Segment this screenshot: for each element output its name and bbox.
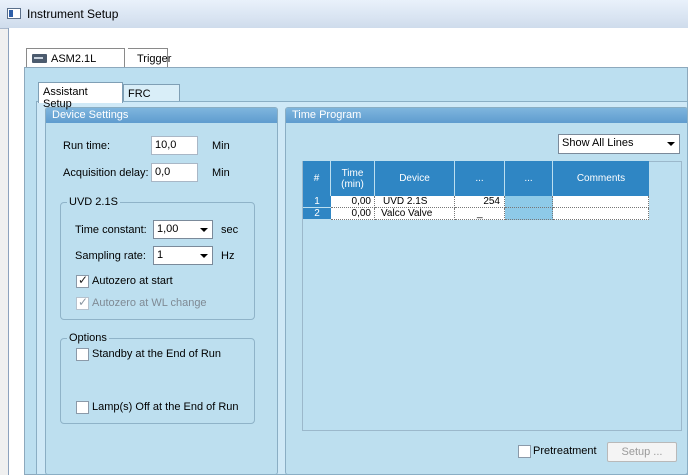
lamp-off-label: Lamp(s) Off at the End of Run bbox=[92, 401, 239, 413]
time-constant-select[interactable]: 1,00 bbox=[153, 220, 213, 239]
tab-asm21l[interactable]: ASM2.1L bbox=[26, 48, 125, 68]
time-cell[interactable]: 0,00 bbox=[331, 196, 375, 208]
sampling-rate-select[interactable]: 1 bbox=[153, 246, 213, 265]
window-icon bbox=[7, 8, 21, 19]
pretreatment-label: Pretreatment bbox=[533, 445, 597, 457]
tab-trigger[interactable]: Trigger bbox=[128, 48, 172, 68]
comments-cell[interactable] bbox=[553, 208, 649, 220]
param1-cell[interactable]: 254 bbox=[455, 196, 505, 208]
sampling-rate-value: 1 bbox=[157, 249, 164, 261]
autozero-wl-label: Autozero at WL change bbox=[92, 297, 207, 309]
run-time-unit: Min bbox=[212, 140, 230, 152]
time-constant-value: 1,00 bbox=[157, 223, 179, 235]
tab-asm21l-label: ASM2.1L bbox=[51, 52, 97, 65]
standby-label: Standby at the End of Run bbox=[92, 348, 222, 360]
chevron-down-icon bbox=[667, 142, 675, 146]
autozero-start-checkbox[interactable] bbox=[76, 273, 89, 288]
standby-checkbox[interactable] bbox=[76, 348, 89, 361]
setup-button[interactable]: Setup ... bbox=[607, 442, 677, 462]
acq-delay-unit: Min bbox=[212, 167, 230, 179]
options-group-legend: Options bbox=[69, 332, 107, 344]
column-header-param1[interactable]: ... bbox=[455, 161, 505, 196]
time-cell[interactable]: 0,00 bbox=[331, 208, 375, 220]
device-cell[interactable]: Valco Valve bbox=[375, 208, 455, 220]
device-icon bbox=[32, 54, 47, 63]
device-cell[interactable]: UVD 2.1S bbox=[375, 196, 455, 208]
row-number[interactable]: 2 bbox=[303, 208, 331, 220]
autozero-start-label: Autozero at start bbox=[92, 275, 173, 287]
pretreatment-checkbox[interactable] bbox=[518, 445, 531, 458]
param1-cell[interactable]: _ bbox=[455, 208, 505, 220]
column-header-time[interactable]: Time (min) bbox=[331, 161, 375, 196]
column-header-device[interactable]: Device bbox=[375, 161, 455, 196]
window-title: Instrument Setup bbox=[27, 7, 119, 21]
chevron-down-icon bbox=[200, 254, 208, 258]
sampling-rate-label: Sampling rate: bbox=[75, 250, 146, 262]
comments-cell[interactable] bbox=[553, 196, 649, 208]
column-header-param2[interactable]: ... bbox=[505, 161, 553, 196]
param2-cell[interactable] bbox=[505, 196, 553, 208]
time-constant-unit: sec bbox=[221, 224, 239, 236]
time-program-header: Time Program bbox=[286, 108, 687, 123]
time-constant-label: Time constant: bbox=[75, 224, 147, 236]
device-settings-header: Device Settings bbox=[46, 108, 277, 123]
run-time-input[interactable]: 10,0 bbox=[151, 136, 198, 155]
tab-frc-setup[interactable]: FRC Setup bbox=[123, 84, 180, 112]
acq-delay-label: Acquisition delay: bbox=[63, 167, 149, 179]
tab-trigger-label: Trigger bbox=[137, 52, 172, 65]
acq-delay-input[interactable]: 0,0 bbox=[151, 163, 198, 182]
column-header-number[interactable]: # bbox=[303, 161, 331, 196]
row-number[interactable]: 1 bbox=[303, 196, 331, 208]
param2-cell[interactable] bbox=[505, 208, 553, 220]
autozero-wl-checkbox[interactable] bbox=[76, 295, 89, 310]
run-time-label: Run time: bbox=[63, 140, 111, 152]
show-lines-value: Show All Lines bbox=[562, 137, 634, 149]
lamp-off-checkbox[interactable] bbox=[76, 401, 89, 414]
chevron-down-icon bbox=[200, 228, 208, 232]
tab-assistant-setup[interactable]: Assistant Setup bbox=[38, 82, 123, 110]
uvd-group-legend: UVD 2.1S bbox=[69, 196, 118, 208]
sampling-rate-unit: Hz bbox=[221, 250, 235, 262]
show-lines-select[interactable]: Show All Lines bbox=[558, 134, 680, 154]
column-header-comments[interactable]: Comments bbox=[553, 161, 649, 196]
